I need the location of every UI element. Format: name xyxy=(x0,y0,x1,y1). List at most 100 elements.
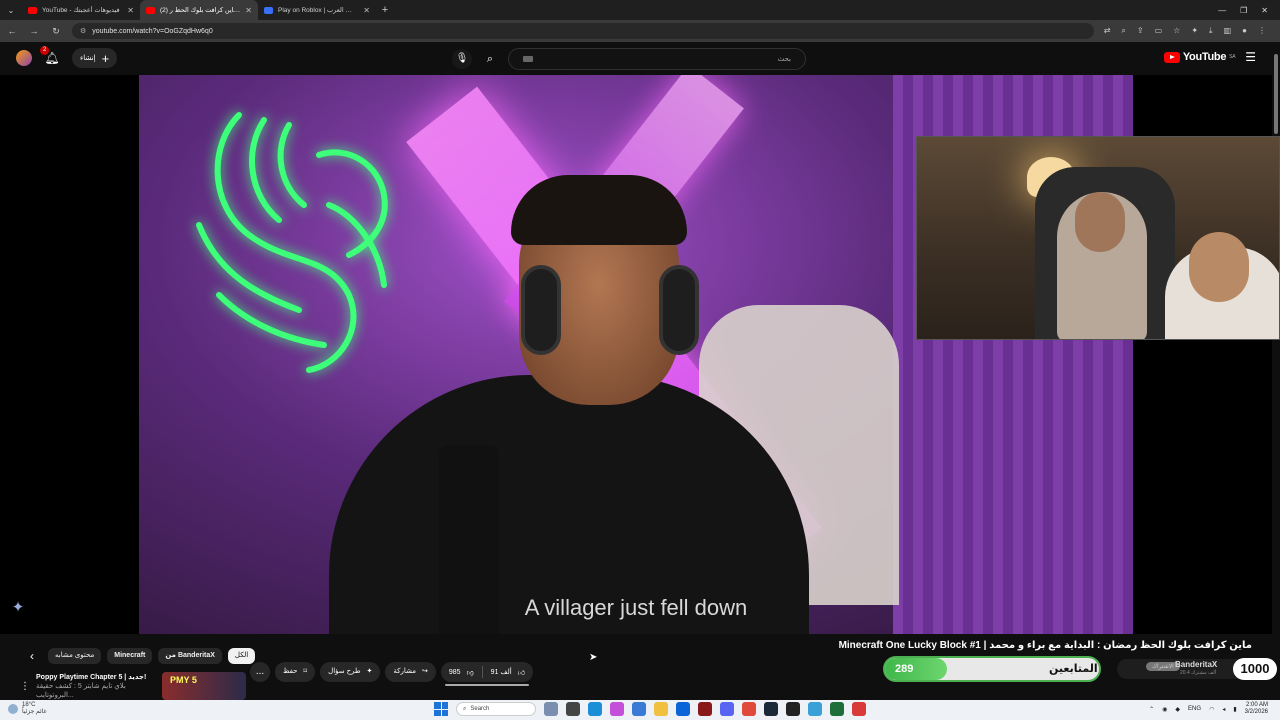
battery-icon[interactable]: ▮ xyxy=(1233,706,1236,713)
weather-temp: 18°C xyxy=(22,702,36,708)
forward-icon[interactable]: → xyxy=(28,26,40,36)
thumbs-up-icon: 👍︎ xyxy=(517,669,526,677)
app-icon[interactable] xyxy=(852,702,866,716)
windows-start-icon[interactable] xyxy=(434,702,448,716)
chevron-left-icon[interactable]: ‹ xyxy=(22,649,42,663)
steam-icon[interactable] xyxy=(764,702,778,716)
more-options-icon[interactable]: ⋮ xyxy=(20,681,30,692)
create-label: إنشاء xyxy=(80,55,96,62)
video-title: ماين كرافت بلوك الحظ رمضان : البداية مع … xyxy=(838,640,1252,651)
browser-tab-active[interactable]: (2) ماين كرافت بلوك الحظ ر... ✕ xyxy=(140,0,258,20)
notifications-button[interactable]: 🔔︎ 2 xyxy=(40,46,60,66)
language-indicator[interactable]: ENG xyxy=(1188,706,1201,712)
chip-minecraft[interactable]: Minecraft xyxy=(107,648,153,664)
ask-button[interactable]: طرح سؤال ✦ xyxy=(320,662,381,682)
more-actions-button[interactable]: ... xyxy=(250,662,270,682)
terminal-icon[interactable] xyxy=(830,702,844,716)
close-tab-icon[interactable]: ✕ xyxy=(127,6,134,15)
hamburger-menu-icon[interactable]: ☰ xyxy=(1245,50,1256,64)
menu-kebab-icon[interactable]: ⋮ xyxy=(1258,26,1266,36)
rec-thumbnail[interactable]: PMY 5 xyxy=(162,672,246,700)
keyboard-icon[interactable] xyxy=(523,56,533,62)
extensions-icon[interactable]: ✦ xyxy=(1191,26,1198,36)
search-input[interactable]: بحث xyxy=(508,48,806,70)
channel-subs: 20.4 ألف مشترك xyxy=(1180,670,1217,676)
app-icon[interactable] xyxy=(786,702,800,716)
chip-similar[interactable]: محتوى مشابه xyxy=(48,648,102,664)
tab-search-icon[interactable]: ⌄ xyxy=(0,6,22,15)
site-info-icon[interactable]: ⚙ xyxy=(80,27,86,35)
speaker-icon[interactable]: ◂ xyxy=(1222,706,1225,713)
maximize-icon[interactable]: ❐ xyxy=(1240,6,1247,15)
zoom-icon[interactable]: ⌕ xyxy=(1121,26,1125,36)
save-button[interactable]: حفظ ⌑ xyxy=(275,662,316,682)
translate-icon[interactable]: ⇄ xyxy=(1104,26,1111,36)
share-icon[interactable]: ⇪ xyxy=(1137,26,1144,36)
logo-text: YouTube xyxy=(1182,51,1227,63)
browser-tab[interactable]: Play on Roblox | مجلس العرب | ✕ xyxy=(258,0,376,20)
video-player[interactable]: A villager just fell down xyxy=(0,75,1280,634)
youtube-logo[interactable]: YouTube SA xyxy=(1163,51,1236,63)
browser-tab[interactable]: YouTube - فيديوهات أعجبتك ✕ xyxy=(22,0,140,20)
sidebar-icon[interactable]: ▥ xyxy=(1224,26,1232,36)
close-tab-icon[interactable]: ✕ xyxy=(363,6,370,15)
voice-search-button[interactable]: 🎙︎ xyxy=(452,49,472,69)
clock[interactable]: 2:00 AM 3/2/2026 xyxy=(1245,702,1268,716)
url-field[interactable]: ⚙ youtube.com/watch?v=OoGZqdHw6q0 xyxy=(72,23,1094,39)
widgets-icon[interactable] xyxy=(544,702,558,716)
discord-icon[interactable] xyxy=(720,702,734,716)
chrome-icon[interactable] xyxy=(742,702,756,716)
bookmark-star-icon[interactable]: ☆ xyxy=(1173,26,1180,36)
mouse-cursor-icon: ➤ xyxy=(589,652,598,663)
chevron-up-icon[interactable]: ⌃ xyxy=(1149,706,1154,713)
mic-icon: 🎙︎ xyxy=(455,53,469,64)
guest-head xyxy=(1189,232,1249,302)
window-controls: — ❐ ✕ xyxy=(1218,6,1280,15)
chip-from-channel[interactable]: من BanderitaX xyxy=(158,648,222,664)
share-button[interactable]: مشاركة ↪ xyxy=(385,662,436,682)
headphones xyxy=(659,265,699,355)
reload-icon[interactable]: ↻ xyxy=(50,26,62,37)
network-icon[interactable]: ◉ xyxy=(1162,706,1167,713)
search-placeholder: بحث xyxy=(777,56,791,63)
subscriber-goal-widget: 289 عدد المتابعين الاشتراك BanderitaX 20… xyxy=(883,656,1277,682)
create-button[interactable]: إنشاء + xyxy=(72,48,118,68)
avatar[interactable] xyxy=(16,50,32,66)
wifi-icon[interactable]: ◠ xyxy=(1209,706,1214,713)
file-explorer-icon[interactable] xyxy=(654,702,668,716)
recommendation-item[interactable]: ⋮ Poppy Playtime Chapter 5 | جديد! بلاي … xyxy=(20,672,246,700)
new-tab-button[interactable]: + xyxy=(376,4,394,16)
ask-label: طرح سؤال xyxy=(328,668,361,675)
url-text: youtube.com/watch?v=OoGZqdHw6q0 xyxy=(92,27,213,35)
back-icon[interactable]: ← xyxy=(6,26,18,36)
store-icon[interactable] xyxy=(632,702,646,716)
weather-widget[interactable]: 18°C غائم جزئياً xyxy=(8,702,47,716)
copilot-icon[interactable] xyxy=(610,702,624,716)
more-icon: ... xyxy=(255,666,265,677)
sparkle-icon: ✦ xyxy=(366,668,373,675)
download-icon[interactable]: ⤓ xyxy=(1209,26,1213,36)
app-icon[interactable] xyxy=(698,702,712,716)
volume-icon[interactable]: ◆ xyxy=(1175,706,1180,713)
dislike-button[interactable]: 985 👎︎ xyxy=(441,662,482,682)
taskbar-search[interactable]: ⌕ Search xyxy=(456,702,536,716)
toolbar-icons: ⇄ ⌕ ⇪ ▭ ☆ ✦ ⤓ ▥ ● ⋮ xyxy=(1104,26,1274,36)
thumb-label: PMY 5 xyxy=(170,675,197,685)
mail-icon[interactable] xyxy=(676,702,690,716)
cast-icon[interactable]: ▭ xyxy=(1155,26,1163,36)
search-button[interactable]: ⌕ xyxy=(478,49,502,69)
edge-icon[interactable] xyxy=(588,702,602,716)
scrollbar-thumb[interactable] xyxy=(1274,54,1278,134)
youtube-header: 🔔︎ 2 إنشاء + 🎙︎ ⌕ بحث YouTube SA ☰ xyxy=(0,42,1280,75)
profile-icon[interactable]: ● xyxy=(1242,26,1247,36)
close-tab-icon[interactable]: ✕ xyxy=(245,6,252,15)
app-icon[interactable]: ✦ xyxy=(8,598,28,618)
youtube-play-icon xyxy=(1163,51,1180,63)
like-button[interactable]: 91 ألف 👍︎ xyxy=(483,662,533,682)
close-window-icon[interactable]: ✕ xyxy=(1261,6,1268,15)
like-dislike-group: 985 👎︎ 91 ألف 👍︎ xyxy=(440,662,534,682)
app-icon[interactable] xyxy=(808,702,822,716)
rec-title: Poppy Playtime Chapter 5 | جديد! xyxy=(36,673,147,681)
minimize-icon[interactable]: — xyxy=(1218,6,1226,15)
task-view-icon[interactable] xyxy=(566,702,580,716)
